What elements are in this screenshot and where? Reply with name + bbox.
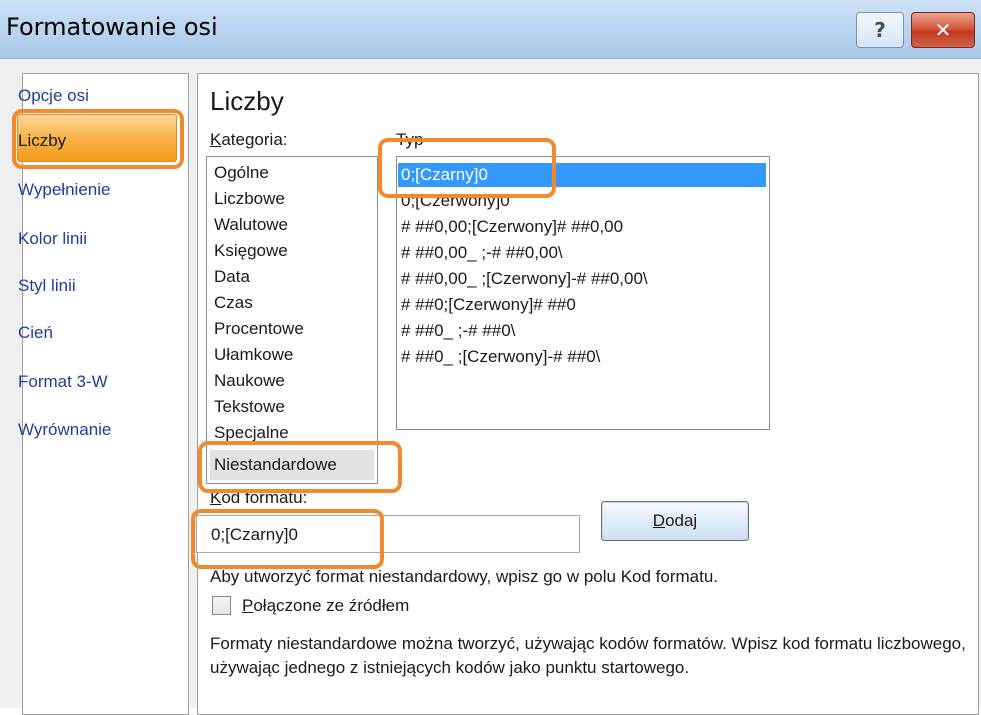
category-item[interactable]: Czas [214,292,253,314]
category-label: Kategoria: [210,130,288,149]
annotation-highlight-type [378,138,556,198]
category-item[interactable]: Liczbowe [214,188,285,210]
description-text: Formaty niestandardowe można tworzyć, uż… [210,634,966,677]
type-item[interactable]: # ##0_ ;[Czerwony]-# ##0\ [401,346,600,368]
add-button[interactable]: Dodaj [601,501,749,541]
nav-item-wypelnienie[interactable]: Wypełnienie [18,180,110,200]
type-item[interactable]: # ##0,00;[Czerwony]# ##0,00 [401,216,623,238]
type-item[interactable]: # ##0,00_ ;-# ##0,00\ [401,242,563,264]
nav-item-wyrownanie[interactable]: Wyrównanie [18,420,111,440]
linked-source-label: Połączone ze źródłem [242,596,410,615]
category-item[interactable]: Naukowe [214,370,285,392]
category-item[interactable]: Tekstowe [214,396,285,418]
access-key-letter: D [652,511,666,530]
help-icon: ? [874,18,886,42]
annotation-highlight-category [198,441,402,493]
section-title: Liczby [210,86,284,116]
type-item[interactable]: # ##0_ ;-# ##0\ [401,320,515,342]
nav-item-styl-linii[interactable]: Styl linii [18,276,76,296]
type-item[interactable]: # ##0,00_ ;[Czerwony]-# ##0,00\ [401,268,648,290]
category-item[interactable]: Księgowe [214,240,288,262]
access-key-letter: P [242,596,254,615]
annotation-highlight-code [191,509,384,569]
nav-item-format-3w[interactable]: Format 3-W [18,372,108,392]
category-item[interactable]: Ogólne [214,162,269,184]
category-item[interactable]: Data [214,266,250,288]
category-item[interactable]: Ułamkowe [214,344,293,366]
title-bar: Formatowanie osi ? ✕ [0,0,981,59]
annotation-highlight-nav [12,109,184,169]
nav-item-kolor-linii[interactable]: Kolor linii [18,229,87,249]
close-button[interactable]: ✕ [911,12,975,48]
help-button[interactable]: ? [856,12,904,48]
category-item[interactable]: Procentowe [214,318,304,340]
type-item[interactable]: # ##0;[Czerwony]# ##0 [401,294,576,316]
linked-source-checkbox[interactable] [212,596,231,615]
close-icon: ✕ [934,18,952,42]
category-item[interactable]: Walutowe [214,214,288,236]
nav-item-opcje-osi[interactable]: Opcje osi [18,86,89,106]
nav-item-cien[interactable]: Cień [18,323,53,343]
nav-panel [22,73,189,715]
category-list[interactable]: Ogólne Liczbowe Walutowe Księgowe Data C… [206,156,378,484]
window-title: Formatowanie osi [6,13,218,41]
access-key-letter: K [210,130,222,149]
hint-text: Aby utworzyć format niestandardowy, wpis… [210,567,719,586]
